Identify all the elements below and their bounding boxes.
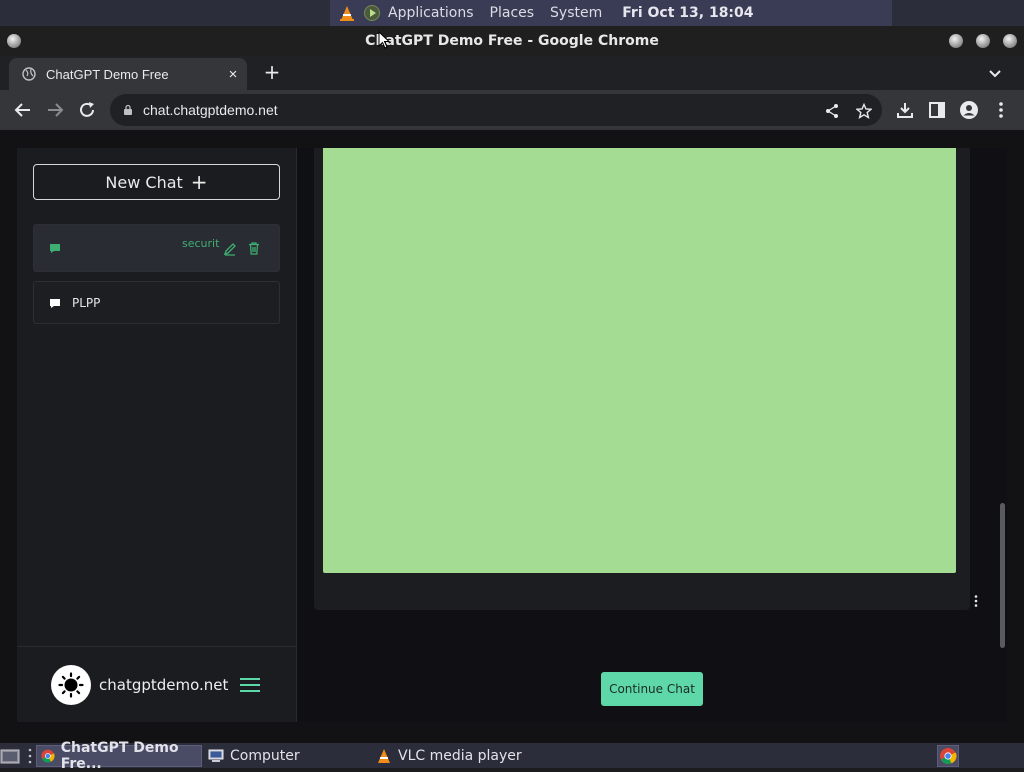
globe-icon xyxy=(22,67,36,81)
brand-name: chatgptdemo.net xyxy=(99,675,229,694)
tab-close-icon[interactable]: × xyxy=(221,66,245,83)
vlc-icon xyxy=(378,749,390,763)
media-launcher-icon[interactable] xyxy=(364,5,380,21)
address-bar[interactable]: chat.chatgptdemo.net xyxy=(110,94,882,126)
continue-chat-button[interactable]: Continue Chat xyxy=(601,672,703,706)
back-arrow-icon[interactable] xyxy=(13,100,33,120)
window-maximize-button[interactable] xyxy=(976,34,990,48)
scrollbar-thumb[interactable] xyxy=(1000,503,1005,648)
chat-item-label: PLPP xyxy=(72,295,101,310)
profile-icon[interactable] xyxy=(959,100,979,120)
chat-item-plpp[interactable]: PLPP xyxy=(33,281,280,324)
browser-toolbar: chat.chatgptdemo.net xyxy=(0,90,1024,130)
hamburger-menu-icon[interactable] xyxy=(240,677,260,693)
menu-system[interactable]: System xyxy=(550,5,602,21)
chat-main-area: Continue Chat xyxy=(298,148,1007,722)
window-close-button[interactable] xyxy=(1003,34,1017,48)
sun-icon xyxy=(58,671,84,698)
new-chat-button[interactable]: New Chat + xyxy=(33,164,280,200)
share-icon[interactable] xyxy=(824,103,840,119)
chrome-icon xyxy=(41,749,55,763)
sidebar-footer: chatgptdemo.net xyxy=(17,646,297,722)
taskbar-item-chrome[interactable]: ChatGPT Demo Fre... xyxy=(36,740,202,772)
chat-item-label: securit xyxy=(182,237,220,250)
chat-bubble-icon xyxy=(50,244,60,253)
message-content-area xyxy=(323,148,956,573)
kebab-menu-icon[interactable] xyxy=(991,100,1011,120)
new-tab-button[interactable]: + xyxy=(262,62,282,82)
more-options-icon[interactable] xyxy=(973,594,979,608)
new-chat-label: New Chat xyxy=(105,172,183,192)
message-card xyxy=(314,148,970,610)
url-text[interactable]: chat.chatgptdemo.net xyxy=(143,102,278,118)
plus-icon: + xyxy=(190,170,208,194)
window-minimize-button[interactable] xyxy=(949,34,963,48)
download-icon[interactable] xyxy=(895,100,915,120)
trash-icon[interactable] xyxy=(247,241,261,255)
show-desktop-icon[interactable] xyxy=(0,747,22,765)
bookmark-star-icon[interactable] xyxy=(856,103,872,119)
chevron-down-icon[interactable] xyxy=(986,64,1004,82)
lock-icon[interactable] xyxy=(122,104,134,116)
taskbar-item-label: ChatGPT Demo Fre... xyxy=(60,740,179,772)
sidebar: New Chat + securit PLPP chatgptdemo.net xyxy=(17,148,297,722)
clock[interactable]: Fri Oct 13, 18:04 xyxy=(622,5,753,21)
taskbar-handle-icon[interactable] xyxy=(28,747,32,765)
chat-bubble-icon xyxy=(50,298,60,308)
system-menu-area: Applications Places System Fri Oct 13, 1… xyxy=(330,0,892,26)
app-frame: New Chat + securit PLPP chatgptdemo.net … xyxy=(17,148,1007,722)
computer-icon xyxy=(208,749,224,762)
taskbar: ChatGPT Demo Fre... Computer VLC media p… xyxy=(0,740,1024,772)
taskbar-item-label: VLC media player xyxy=(398,748,522,764)
reload-icon[interactable] xyxy=(77,100,97,120)
taskbar-item-vlc[interactable]: VLC media player xyxy=(372,745,542,767)
menu-applications[interactable]: Applications xyxy=(388,5,474,21)
tab-strip: ChatGPT Demo Free × + xyxy=(0,56,1024,90)
chat-item-securit[interactable]: securit xyxy=(33,224,280,272)
system-top-panel: Applications Places System Fri Oct 13, 1… xyxy=(0,0,1024,26)
window-menu-button[interactable] xyxy=(7,34,21,48)
window-title: ChatGPT Demo Free - Google Chrome xyxy=(365,33,659,49)
page-viewport: New Chat + securit PLPP chatgptdemo.net … xyxy=(0,130,1024,743)
side-panel-icon[interactable] xyxy=(927,100,947,120)
edit-pencil-icon[interactable] xyxy=(223,242,237,256)
vlc-launcher-icon[interactable] xyxy=(339,5,355,21)
theme-toggle-button[interactable] xyxy=(51,664,91,705)
tab-title: ChatGPT Demo Free xyxy=(46,66,169,82)
mouse-cursor-icon xyxy=(378,31,390,49)
chrome-tray-icon[interactable] xyxy=(937,745,959,767)
forward-arrow-icon[interactable] xyxy=(45,100,65,120)
taskbar-item-computer[interactable]: Computer xyxy=(204,745,364,767)
window-titlebar[interactable]: ChatGPT Demo Free - Google Chrome xyxy=(0,26,1024,56)
browser-tab[interactable]: ChatGPT Demo Free × xyxy=(9,58,247,90)
taskbar-item-label: Computer xyxy=(230,748,300,764)
menu-places[interactable]: Places xyxy=(490,5,535,21)
